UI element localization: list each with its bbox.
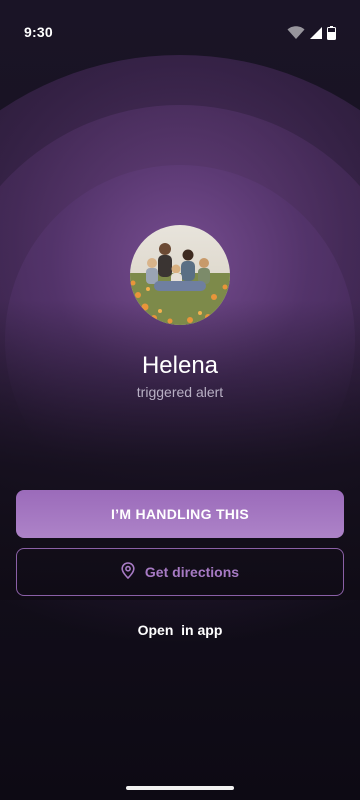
status-time: 9:30 [24,24,53,40]
get-directions-button[interactable]: Get directions [16,548,344,596]
status-bar: 9:30 [0,0,360,64]
home-indicator[interactable] [126,786,234,790]
alert-screen: 9:30 Helena triggered alert I’M HANDLING… [0,0,360,800]
open-in-app-link[interactable]: Open in app [138,622,223,638]
avatar [130,225,230,325]
handling-this-button[interactable]: I’M HANDLING THIS [16,490,344,538]
status-icons [287,26,336,45]
open-in-app-row: Open in app [0,622,360,638]
alert-subtitle: triggered alert [136,384,224,400]
contact-name: Helena [141,352,219,379]
family-photo-avatar [130,225,230,325]
wifi-icon [287,26,305,45]
battery-icon [327,26,336,45]
location-pin-icon [121,562,135,582]
get-directions-label: Get directions [144,564,240,580]
cellular-signal-icon [309,26,323,45]
